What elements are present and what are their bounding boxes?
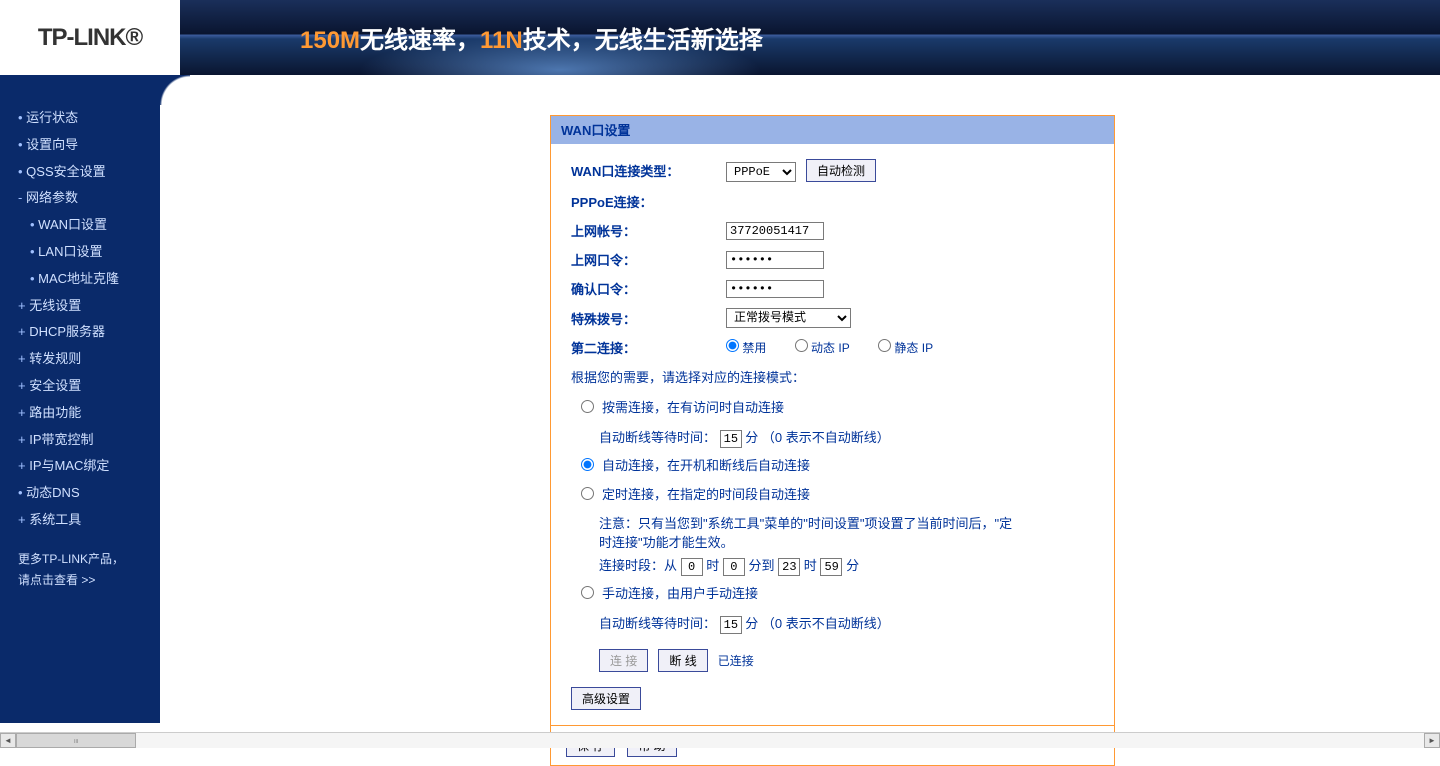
mode1-timeout-input[interactable] xyxy=(720,430,742,448)
advanced-button[interactable]: 高级设置 xyxy=(571,687,641,710)
mode3-h2-input[interactable] xyxy=(778,558,800,576)
mode-manual-label: 手动连接，由用户手动连接 xyxy=(602,584,1094,605)
banner-11n: 11N xyxy=(480,27,523,54)
sidebar-item-14[interactable]: 动态DNS xyxy=(10,480,150,507)
sidebar-item-11[interactable]: 路由功能 xyxy=(10,400,150,427)
conn-type-label: WAN口连接类型： xyxy=(571,161,726,180)
banner-150m: 150M xyxy=(300,27,360,54)
mode4-timeout-input[interactable] xyxy=(720,616,742,634)
mode-auto-radio[interactable] xyxy=(581,458,594,471)
sidebar-item-5[interactable]: LAN口设置 xyxy=(10,239,150,266)
mode3-h1-input[interactable] xyxy=(681,558,703,576)
disconnect-button[interactable]: 断 线 xyxy=(658,649,707,672)
sidebar-item-1[interactable]: 设置向导 xyxy=(10,132,150,159)
sidebar-item-0[interactable]: 运行状态 xyxy=(10,105,150,132)
scroll-left-icon[interactable]: ◄ xyxy=(0,733,16,748)
mode-scheduled-radio[interactable] xyxy=(581,487,594,500)
confirm-label: 确认口令： xyxy=(571,279,726,298)
mode3-m2-input[interactable] xyxy=(820,558,842,576)
connect-button[interactable]: 连 接 xyxy=(599,649,648,672)
special-dial-label: 特殊拨号： xyxy=(571,309,726,328)
mode3-note: 注意：只有当您到"系统工具"菜单的"时间设置"项设置了当前时间后，"定时连接"功… xyxy=(571,513,1021,551)
sidebar-item-15[interactable]: 系统工具 xyxy=(10,507,150,534)
mode3-range: 连接时段：从 时 分到 时 分 xyxy=(571,555,1094,576)
sidebar-item-2[interactable]: QSS安全设置 xyxy=(10,159,150,186)
banner: 150M无线速率，11N技术，无线生活新选择 xyxy=(180,0,1440,75)
special-dial-select[interactable]: 正常拨号模式 xyxy=(726,308,851,328)
sidebar-item-6[interactable]: MAC地址克隆 xyxy=(10,266,150,293)
auto-detect-button[interactable]: 自动检测 xyxy=(806,159,876,182)
mode-ondemand-label: 按需连接，在有访问时自动连接 xyxy=(602,398,1094,419)
mode-ondemand-radio[interactable] xyxy=(581,400,594,413)
username-input[interactable] xyxy=(726,222,824,240)
sidebar: 运行状态设置向导QSS安全设置网络参数WAN口设置LAN口设置MAC地址克隆无线… xyxy=(0,75,160,723)
sidebar-item-10[interactable]: 安全设置 xyxy=(10,373,150,400)
second-conn-disable-radio[interactable] xyxy=(726,339,739,352)
sidebar-item-9[interactable]: 转发规则 xyxy=(10,346,150,373)
mode-scheduled-label: 定时连接，在指定的时间段自动连接 xyxy=(602,485,1094,506)
mode-intro: 根据您的需要，请选择对应的连接模式： xyxy=(571,367,1094,386)
second-conn-staticip-radio[interactable] xyxy=(878,339,891,352)
scroll-track[interactable] xyxy=(16,733,1424,748)
mode1-timeout: 自动断线等待时间： 分 （0 表示不自动断线） xyxy=(571,427,1094,448)
conn-type-select[interactable]: PPPoE xyxy=(726,162,796,182)
horizontal-scrollbar[interactable]: ◄ ► xyxy=(0,732,1440,748)
panel-title: WAN口设置 xyxy=(551,116,1114,144)
mode-auto-label: 自动连接，在开机和断线后自动连接 xyxy=(602,456,1094,477)
sidebar-item-12[interactable]: IP带宽控制 xyxy=(10,427,150,454)
mode-manual-radio[interactable] xyxy=(581,586,594,599)
wan-settings-panel: WAN口设置 WAN口连接类型： PPPoE 自动检测 PPPoE连接： xyxy=(550,115,1115,726)
sidebar-item-8[interactable]: DHCP服务器 xyxy=(10,319,150,346)
second-conn-label: 第二连接： xyxy=(571,338,726,357)
main-content: WAN口设置 WAN口连接类型： PPPoE 自动检测 PPPoE连接： xyxy=(160,75,1440,723)
header: TP-LINK® 150M无线速率，11N技术，无线生活新选择 xyxy=(0,0,1440,75)
sidebar-item-3[interactable]: 网络参数 xyxy=(10,185,150,212)
password-input[interactable] xyxy=(726,251,824,269)
password-label: 上网口令： xyxy=(571,250,726,269)
logo: TP-LINK® xyxy=(0,0,180,75)
second-conn-dynip-radio[interactable] xyxy=(795,339,808,352)
sidebar-item-7[interactable]: 无线设置 xyxy=(10,293,150,320)
sidebar-item-4[interactable]: WAN口设置 xyxy=(10,212,150,239)
connection-status: 已连接 xyxy=(718,654,754,668)
mode4-timeout: 自动断线等待时间： 分 （0 表示不自动断线） xyxy=(571,613,1094,634)
scroll-thumb[interactable] xyxy=(16,733,136,748)
username-label: 上网帐号： xyxy=(571,221,726,240)
pppoe-conn-label: PPPoE连接： xyxy=(571,192,726,211)
mode3-m1-input[interactable] xyxy=(723,558,745,576)
scroll-right-icon[interactable]: ► xyxy=(1424,733,1440,748)
sidebar-item-13[interactable]: IP与MAC绑定 xyxy=(10,453,150,480)
sidebar-more[interactable]: 更多TP-LINK产品，请点击查看 >> xyxy=(10,534,150,607)
confirm-input[interactable] xyxy=(726,280,824,298)
